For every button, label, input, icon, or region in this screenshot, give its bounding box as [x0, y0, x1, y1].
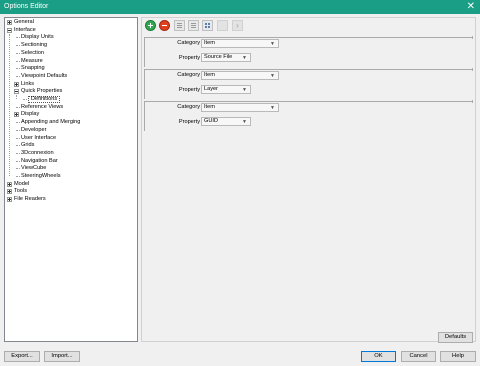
tree-item[interactable]: Navigation Bar	[5, 158, 137, 165]
tree-item-label: Reference Views	[21, 103, 64, 110]
expand-icon[interactable]	[7, 20, 12, 25]
tree-item[interactable]: Grids	[5, 142, 137, 149]
import-button[interactable]: Import...	[44, 351, 80, 362]
tree-item[interactable]: Measure	[5, 58, 137, 65]
window-title: Options Editor	[4, 3, 49, 10]
tree-item-label: Definitions	[28, 96, 61, 103]
category-label: Category	[177, 72, 200, 78]
expand-icon[interactable]	[7, 189, 12, 195]
chevron-down-icon: ▼	[270, 41, 275, 47]
tree-item[interactable]: Viewpoint Defaults	[5, 73, 137, 80]
tree-item-label: User Interface	[21, 134, 57, 141]
tree-item-label: Tools	[14, 188, 28, 195]
tree-item-label: Snapping	[21, 65, 45, 72]
tree-item-label: Display	[21, 111, 40, 118]
tree-item-label: Grids	[21, 142, 35, 149]
tree-item[interactable]: ViewCube	[5, 165, 137, 172]
tree-item[interactable]: Interface	[5, 27, 137, 34]
expand-icon[interactable]	[7, 197, 12, 203]
tree-item[interactable]: Display Units	[5, 34, 137, 41]
tree-item-label: Viewpoint Defaults	[21, 72, 68, 79]
category-label: Category	[177, 40, 200, 46]
list-icon[interactable]	[188, 20, 199, 31]
property-label: Property	[178, 119, 200, 125]
expand-icon[interactable]	[7, 181, 12, 187]
tree-item[interactable]: Links	[5, 81, 137, 88]
property-select[interactable]: Source File ▼	[201, 53, 251, 62]
category-label: Category	[177, 104, 200, 110]
list-icon[interactable]	[174, 20, 185, 31]
expand-icon[interactable]	[14, 81, 19, 87]
tree-item-label: Navigation Bar	[21, 157, 58, 164]
chevron-down-icon: ▼	[242, 87, 247, 93]
tree-item[interactable]: Tools	[5, 188, 137, 195]
tree-item[interactable]: Definitions	[5, 96, 137, 103]
definition-group: Category Item ▼ Property GUID ▼	[142, 100, 475, 131]
tree-item[interactable]: Appending and Merging	[5, 119, 137, 126]
tree-item[interactable]: Quick Properties	[5, 88, 137, 95]
help-button[interactable]: Help	[440, 351, 476, 362]
collapse-icon[interactable]	[14, 89, 19, 95]
ok-button[interactable]: OK	[361, 351, 396, 362]
bar-icon	[217, 20, 228, 31]
property-select[interactable]: Layer ▼	[201, 85, 251, 94]
tree-item-label: Developer	[21, 126, 47, 133]
property-select[interactable]: GUID ▼	[201, 117, 251, 126]
title-bar: Options Editor ✕	[0, 0, 480, 14]
tree-item-label: Appending and Merging	[21, 119, 81, 126]
tree-item-label: Display Units	[21, 34, 54, 41]
tree-item-label: File Readers	[14, 196, 46, 203]
add-icon[interactable]	[145, 20, 156, 31]
tree-item[interactable]: General	[5, 19, 137, 26]
cancel-button[interactable]: Cancel	[401, 351, 436, 362]
remove-icon[interactable]	[159, 20, 170, 31]
property-label: Property	[178, 55, 200, 61]
tree-item-label: SteeringWheels	[21, 173, 61, 179]
tree-item-label: ViewCube	[21, 165, 47, 172]
definitions-panel: › Category Item ▼ Property Source File ▼…	[141, 17, 476, 343]
property-label: Property	[178, 87, 200, 93]
chevron-down-icon: ▼	[270, 105, 275, 111]
tree-item[interactable]: Developer	[5, 127, 137, 134]
tree-item-label: Interface	[14, 26, 36, 33]
tree-item-label: Links	[21, 80, 35, 87]
tree-item[interactable]: Model	[5, 181, 137, 188]
defaults-button[interactable]: Defaults	[438, 332, 473, 343]
tree-item[interactable]: Display	[5, 111, 137, 118]
tree-item-label: Sectioning	[21, 42, 48, 49]
options-tree[interactable]: General Interface Display Units Sectioning S…	[4, 17, 138, 342]
category-select[interactable]: Item ▼	[201, 39, 279, 48]
tree-item-label: Selection	[21, 49, 45, 56]
definition-group: Category Item ▼ Property Source File ▼	[142, 36, 475, 67]
tree-item[interactable]: Selection	[5, 50, 137, 57]
tree-item-label: General	[14, 19, 34, 25]
close-icon[interactable]: ✕	[467, 1, 475, 13]
tree-item[interactable]: Snapping	[5, 65, 137, 72]
tree-item-label: Model	[14, 180, 30, 187]
category-select[interactable]: Item ▼	[201, 71, 279, 80]
toolbar: ›	[142, 18, 475, 34]
collapse-icon[interactable]	[7, 27, 12, 33]
expand-icon[interactable]	[14, 112, 19, 118]
tree-item[interactable]: User Interface	[5, 135, 137, 142]
export-button[interactable]: Export...	[4, 351, 40, 362]
tree-item[interactable]: File Readers	[5, 196, 137, 203]
tree-item-label: Quick Properties	[21, 88, 63, 95]
category-select[interactable]: Item ▼	[201, 103, 279, 112]
tree-item[interactable]: Reference Views	[5, 104, 137, 111]
chevron-down-icon: ▼	[242, 119, 247, 125]
arrow-right-icon: ›	[232, 20, 243, 31]
tree-item-label: 3Dconnexion	[21, 149, 54, 156]
definition-group: Category Item ▼ Property Layer ▼	[142, 68, 475, 99]
grid-icon[interactable]	[202, 20, 213, 31]
tree-item[interactable]: SteeringWheels	[5, 173, 137, 180]
chevron-down-icon: ▼	[242, 55, 247, 61]
chevron-down-icon: ▼	[270, 73, 275, 79]
tree-item-label: Measure	[21, 57, 43, 64]
tree-item[interactable]: 3Dconnexion	[5, 150, 137, 157]
tree-item[interactable]: Sectioning	[5, 42, 137, 49]
